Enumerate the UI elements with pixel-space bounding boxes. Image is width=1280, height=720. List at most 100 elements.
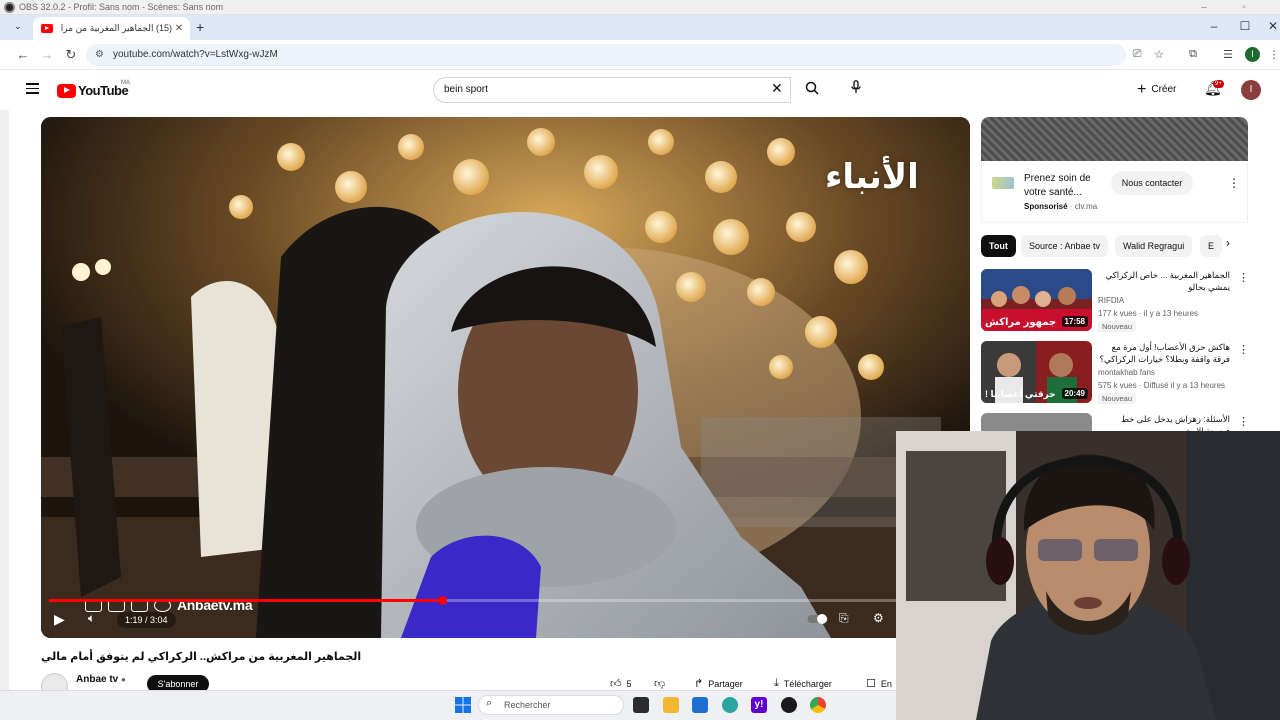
reload-icon[interactable]: ↻ bbox=[62, 47, 80, 63]
webcam-overlay bbox=[896, 431, 1280, 720]
save-button[interactable]: ☐ En bbox=[866, 677, 892, 690]
download-button[interactable]: ⤓ Télécharger bbox=[774, 677, 832, 690]
window-maximize-icon[interactable]: ☐ bbox=[1230, 19, 1260, 33]
video-thumbnail[interactable]: جمهور مراكش 17:58 bbox=[981, 269, 1092, 331]
more-options-icon[interactable]: ⋮ bbox=[1238, 343, 1249, 356]
window-minimize-icon[interactable]: – bbox=[1199, 19, 1229, 33]
edge-browser-icon[interactable] bbox=[722, 697, 738, 713]
account-avatar[interactable]: I bbox=[1241, 80, 1261, 100]
new-badge: Nouveau bbox=[1098, 321, 1137, 332]
recommended-video[interactable]: حرقتي أعصابنا ! 20:49 هاكش حرق الأعصاب! … bbox=[981, 341, 1249, 405]
video-title[interactable]: الأسئلة: زهراش يدخل على خط فضيحة الإرش bbox=[1098, 413, 1230, 431]
more-options-icon[interactable]: ⋮ bbox=[1238, 271, 1249, 284]
progress-scrubber[interactable] bbox=[437, 596, 447, 605]
site-info-icon[interactable]: ⚙ bbox=[95, 44, 104, 66]
save-label: En bbox=[880, 678, 892, 689]
chip-walid-regragui[interactable]: Walid Regragui bbox=[1115, 235, 1193, 257]
back-arrow-icon[interactable]: ← bbox=[14, 47, 32, 62]
share-icon: ↱ bbox=[694, 678, 704, 690]
extensions-icon[interactable]: ⧉ bbox=[1185, 48, 1201, 61]
task-view-icon[interactable] bbox=[633, 697, 649, 713]
channel-name[interactable]: RIFDIA bbox=[1098, 296, 1124, 305]
advertiser-logo bbox=[992, 177, 1014, 189]
ad-more-options-icon[interactable]: ⋮ bbox=[1228, 176, 1240, 190]
duration-badge: 17:58 bbox=[1061, 316, 1088, 327]
sponsored-label: Sponsorisé bbox=[1024, 202, 1068, 211]
sponsored-ad-card[interactable]: Prenez soin de votre santé... Sponsorisé… bbox=[981, 161, 1248, 223]
browser-profile-avatar[interactable]: I bbox=[1245, 47, 1260, 62]
url-field[interactable]: ⚙ youtube.com/watch?v=LstWxg-wJzM bbox=[86, 44, 1126, 66]
microsoft-store-icon[interactable] bbox=[692, 697, 708, 713]
share-label: Partager bbox=[708, 678, 743, 689]
create-button[interactable]: + Créer bbox=[1137, 78, 1187, 102]
video-thumbnail[interactable]: حرقتي أعصابنا ! 20:49 bbox=[981, 341, 1092, 403]
settings-gear-icon[interactable]: ⚙ bbox=[873, 611, 884, 625]
voice-search-button[interactable] bbox=[842, 77, 870, 103]
obs-title-bar: OBS 32.0.2 - Profil: Sans nom - Scènes: … bbox=[0, 0, 1280, 15]
obs-title: OBS 32.0.2 - Profil: Sans nom - Scènes: … bbox=[19, 2, 224, 12]
microphone-icon bbox=[851, 80, 861, 93]
chrome-menu-icon[interactable]: ⋮ bbox=[1266, 48, 1280, 61]
recommended-video[interactable]: الأسئلة: زهراش يدخل على خط فضيحة الإرش ⋮ bbox=[981, 413, 1248, 431]
plus-icon: + bbox=[1137, 81, 1147, 98]
tab-search-chevron-icon[interactable]: ⌄ bbox=[14, 21, 22, 32]
ad-domain: clv.ma bbox=[1074, 202, 1098, 211]
forward-arrow-icon[interactable]: → bbox=[38, 47, 56, 62]
window-close-icon[interactable]: ✕ bbox=[1258, 19, 1280, 33]
more-options-icon[interactable]: ⋮ bbox=[1238, 415, 1248, 428]
video-player[interactable]: الأنباء Anbaetv.ma ▶ 🔈︎ 1:19 / 3:04 ⎘ ⚙ bbox=[41, 117, 970, 638]
windows-start-icon[interactable] bbox=[455, 697, 471, 713]
autoplay-toggle[interactable] bbox=[807, 613, 829, 628]
thumbs-up-icon: 👍︎ bbox=[610, 678, 622, 690]
obs-studio-icon[interactable] bbox=[781, 697, 797, 713]
youtube-logo[interactable]: YouTube bbox=[57, 83, 129, 98]
search-input[interactable]: bein sport bbox=[433, 77, 791, 103]
dislike-button[interactable]: 👎︎ bbox=[654, 677, 665, 690]
chip-tout[interactable]: Tout bbox=[981, 235, 1016, 257]
search-button[interactable] bbox=[797, 77, 827, 103]
country-code: MA bbox=[121, 80, 130, 86]
taskbar-search-input[interactable]: Rechercher bbox=[478, 695, 624, 715]
tab-close-icon[interactable]: ✕ bbox=[172, 23, 186, 34]
progress-bar[interactable] bbox=[49, 596, 962, 605]
video-meta: 177 k vues · il y a 13 heures bbox=[1098, 309, 1199, 318]
taskbar-search-icon: ⌕ bbox=[486, 697, 493, 709]
play-icon[interactable]: ▶ bbox=[54, 611, 65, 628]
channel-name[interactable]: montakhab fans bbox=[1098, 368, 1155, 377]
obs-restore-icon[interactable]: ▫ bbox=[1224, 0, 1264, 15]
chip-more[interactable]: E bbox=[1200, 235, 1223, 257]
channel-name[interactable]: Anbae tv ● bbox=[76, 674, 126, 685]
video-title[interactable]: الجماهير المغربية ... خاص الركراكي يمشي … bbox=[1098, 269, 1230, 293]
recommended-video[interactable]: جمهور مراكش 17:58 الجماهير المغربية ... … bbox=[981, 269, 1249, 333]
obs-minimize-icon[interactable]: – bbox=[1184, 0, 1224, 15]
youtube-favicon-icon bbox=[41, 24, 53, 33]
progress-played bbox=[49, 599, 442, 602]
chrome-browser-icon[interactable] bbox=[810, 697, 826, 713]
bookmark-star-icon[interactable]: ☆ bbox=[1151, 48, 1167, 61]
reading-list-icon[interactable]: ☰ bbox=[1220, 48, 1236, 61]
browser-tab[interactable]: (15) الجماهير المغربية من مرا ✕ bbox=[33, 17, 190, 40]
yahoo-icon[interactable]: y! bbox=[751, 697, 767, 713]
chip-source[interactable]: Source : Anbae tv bbox=[1021, 235, 1109, 257]
ad-banner-image[interactable] bbox=[981, 117, 1248, 161]
like-button[interactable]: 👍︎ 5 bbox=[610, 677, 632, 690]
new-tab-button[interactable]: + bbox=[196, 19, 204, 35]
verified-icon: ● bbox=[121, 675, 126, 684]
new-badge: Nouveau bbox=[1098, 393, 1137, 404]
menu-icon[interactable] bbox=[26, 83, 39, 94]
volume-icon[interactable]: 🔈︎ bbox=[88, 611, 95, 626]
channel-watermark: الأنباء bbox=[825, 158, 919, 196]
subtitles-icon[interactable]: ⎘ bbox=[839, 611, 849, 626]
thumbnail-caption: حرقتي أعصابنا ! bbox=[985, 389, 1056, 399]
clear-search-icon[interactable]: ✕ bbox=[771, 80, 783, 97]
youtube-header: YouTube MA bein sport ✕ + Créer 🔔︎ 9+ I bbox=[0, 70, 1280, 110]
file-explorer-icon[interactable] bbox=[663, 697, 679, 713]
video-title[interactable]: هاكش حرق الأعصاب! أول مرة مع فرقة واقفة … bbox=[1098, 341, 1231, 365]
contact-button[interactable]: Nous contacter bbox=[1111, 171, 1193, 195]
cast-icon[interactable]: ⎚ bbox=[1129, 48, 1145, 61]
obs-logo-icon bbox=[4, 1, 15, 13]
video-thumbnail[interactable] bbox=[981, 413, 1092, 431]
share-button[interactable]: ↱ Partager bbox=[694, 677, 743, 690]
chevron-right-icon[interactable]: › bbox=[1226, 236, 1230, 250]
video-meta: 575 k vues · Diffusé il y a 13 heures bbox=[1098, 381, 1226, 390]
